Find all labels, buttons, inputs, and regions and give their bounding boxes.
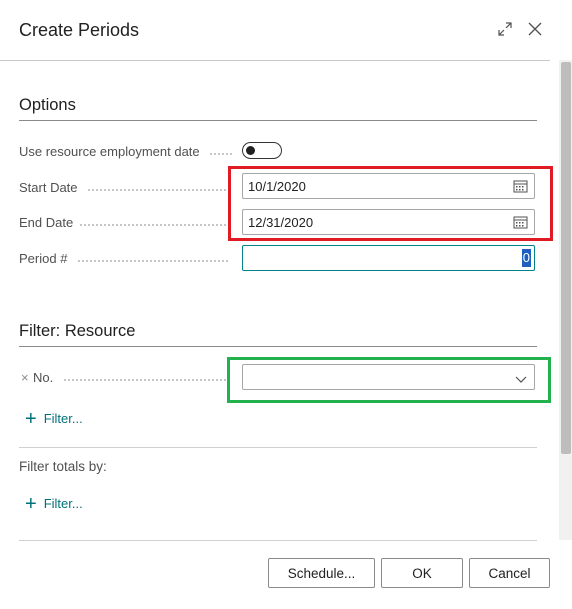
leader-dots bbox=[88, 189, 226, 191]
ok-button[interactable]: OK bbox=[381, 558, 463, 588]
remove-filter-icon[interactable]: × bbox=[21, 370, 29, 385]
close-icon[interactable] bbox=[524, 18, 546, 40]
end-date-label: End Date bbox=[19, 215, 74, 230]
plus-icon: + bbox=[25, 407, 37, 430]
footer-divider bbox=[19, 540, 537, 541]
period-number-value: 0 bbox=[521, 249, 531, 267]
cancel-button[interactable]: Cancel bbox=[469, 558, 550, 588]
options-section-rule bbox=[19, 120, 537, 121]
add-resource-filter-link[interactable]: + Filter... bbox=[25, 407, 83, 430]
leader-dots bbox=[78, 260, 228, 262]
schedule-button[interactable]: Schedule... bbox=[268, 558, 375, 588]
toggle-knob bbox=[246, 146, 255, 155]
add-totals-filter-link[interactable]: + Filter... bbox=[25, 492, 83, 515]
header-divider bbox=[0, 60, 550, 61]
use-employment-date-label: Use resource employment date bbox=[19, 144, 200, 159]
period-number-field[interactable]: 0 bbox=[242, 245, 535, 271]
expand-icon[interactable] bbox=[494, 18, 516, 40]
start-date-label: Start Date bbox=[19, 180, 78, 195]
section-divider bbox=[19, 447, 537, 448]
resource-no-label: No. bbox=[33, 370, 54, 385]
scrollbar-thumb[interactable] bbox=[561, 62, 571, 454]
leader-dots bbox=[80, 224, 226, 226]
leader-dots bbox=[210, 153, 232, 155]
options-section-title: Options bbox=[19, 96, 76, 114]
filter-resource-section-rule bbox=[19, 346, 537, 347]
green-highlight-box bbox=[227, 357, 551, 403]
dialog-title: Create Periods bbox=[19, 20, 140, 40]
period-number-label: Period # bbox=[19, 251, 68, 266]
leader-dots bbox=[64, 379, 226, 381]
plus-icon: + bbox=[25, 492, 37, 515]
add-filter-label: Filter... bbox=[43, 496, 83, 511]
add-filter-label: Filter... bbox=[43, 411, 83, 426]
red-highlight-box bbox=[228, 166, 553, 241]
use-employment-date-toggle[interactable] bbox=[242, 142, 282, 159]
filter-totals-label: Filter totals by: bbox=[19, 459, 107, 474]
filter-resource-section-title: Filter: Resource bbox=[19, 322, 136, 340]
